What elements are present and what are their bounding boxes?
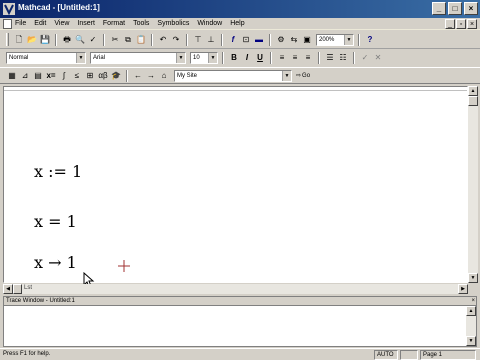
- status-bar: Press F1 for help. AUTO Page 1: [0, 348, 480, 360]
- evaluation-expression[interactable]: x = 1: [34, 212, 77, 231]
- zoom-select[interactable]: 200% ▼: [316, 33, 354, 46]
- status-page: Page 1: [420, 350, 476, 360]
- doc-restore-button[interactable]: ▫: [456, 19, 466, 29]
- hscroll-label: Lst: [24, 285, 33, 291]
- menu-tools[interactable]: Tools: [133, 19, 149, 29]
- back-icon[interactable]: ←: [132, 70, 144, 82]
- definition-expression[interactable]: x := 1: [34, 162, 82, 181]
- undo-icon[interactable]: ↶: [157, 34, 169, 46]
- hscroll-thumb[interactable]: [13, 284, 22, 294]
- hyperlink-icon[interactable]: ⇆: [288, 34, 300, 46]
- maximize-button[interactable]: □: [448, 2, 462, 15]
- superscript-icon[interactable]: ✕: [372, 52, 384, 64]
- doc-close-button[interactable]: ×: [467, 19, 477, 29]
- document-icon[interactable]: [3, 19, 12, 29]
- site-select[interactable]: My Site ▼: [174, 69, 292, 82]
- menu-bar: File Edit View Insert Format Tools Symbo…: [0, 18, 480, 30]
- minimize-button[interactable]: _: [432, 2, 446, 15]
- crosshair-cursor-icon: [118, 260, 130, 272]
- cut-icon[interactable]: ✂: [109, 34, 121, 46]
- forward-icon[interactable]: →: [145, 70, 157, 82]
- close-button[interactable]: ×: [464, 2, 478, 15]
- numbering-icon[interactable]: ☷: [337, 52, 349, 64]
- scroll-left-icon[interactable]: ◀: [3, 284, 13, 294]
- bullets-icon[interactable]: ☰: [324, 52, 336, 64]
- greek-icon[interactable]: αβ: [97, 70, 109, 82]
- italic-button[interactable]: I: [241, 52, 253, 64]
- align-down-icon[interactable]: ⊥: [205, 34, 217, 46]
- evaluation-icon[interactable]: x=: [45, 70, 57, 82]
- resources-icon[interactable]: ▣: [301, 34, 313, 46]
- copy-icon[interactable]: ⧉: [122, 34, 134, 46]
- calculate-icon[interactable]: ▬: [253, 34, 265, 46]
- align-left-icon[interactable]: ≡: [276, 52, 288, 64]
- font-size-select[interactable]: 10 ▼: [190, 52, 218, 64]
- trace-scroll-down-icon[interactable]: ▼: [466, 336, 476, 346]
- scroll-down-icon[interactable]: ▼: [468, 273, 478, 283]
- home-icon[interactable]: ⌂: [158, 70, 170, 82]
- symbolic-icon[interactable]: 🎓: [110, 70, 122, 82]
- help-icon[interactable]: ?: [364, 34, 376, 46]
- align-center-icon[interactable]: ≡: [289, 52, 301, 64]
- underline-button[interactable]: U: [254, 52, 266, 64]
- boolean-icon[interactable]: ≤: [71, 70, 83, 82]
- scroll-thumb[interactable]: [468, 96, 478, 106]
- doc-minimize-button[interactable]: _: [445, 19, 455, 29]
- menu-format[interactable]: Format: [103, 19, 125, 29]
- style-select[interactable]: Normal ▼: [6, 52, 86, 64]
- go-button[interactable]: ⇨ Go: [296, 72, 310, 80]
- open-icon[interactable]: 📂: [26, 34, 38, 46]
- print-preview-icon[interactable]: 🔍: [74, 34, 86, 46]
- menu-symbolics[interactable]: Symbolics: [157, 19, 189, 29]
- menu-edit[interactable]: Edit: [34, 19, 46, 29]
- symbolic-evaluation-expression[interactable]: x → 1: [34, 253, 77, 272]
- insert-function-icon[interactable]: f: [227, 34, 239, 46]
- formatting-toolbar: Normal ▼ Arial ▼ 10 ▼ B I U ≡ ≡ ≡ ☰ ☷ ✓ …: [0, 50, 480, 66]
- save-icon[interactable]: 💾: [39, 34, 51, 46]
- ruler: [4, 87, 467, 91]
- trace-scrollbar[interactable]: ▲ ▼: [466, 306, 476, 346]
- status-blank: [400, 350, 418, 360]
- align-right-icon[interactable]: ≡: [302, 52, 314, 64]
- go-icon: ⇨: [296, 73, 302, 79]
- matrix-icon[interactable]: ▤: [32, 70, 44, 82]
- title-bar: Mathcad - [Untitled:1] _ □ ×: [0, 0, 480, 18]
- status-message: Press F1 for help.: [3, 351, 51, 357]
- standard-toolbar: 🗋 📂 💾 🖶 🔍 ✓ ✂ ⧉ 📋 ↶ ↷ ⊤ ⊥ f ⊡ ▬ ⚙ ⇆ ▣ 20…: [0, 31, 480, 49]
- calculator-icon[interactable]: ▦: [6, 70, 18, 82]
- paste-icon[interactable]: 📋: [135, 34, 147, 46]
- print-icon[interactable]: 🖶: [61, 34, 73, 46]
- new-icon[interactable]: 🗋: [13, 34, 25, 46]
- vertical-scrollbar[interactable]: ▲ ▼: [468, 86, 478, 283]
- scroll-right-icon[interactable]: ▶: [458, 284, 468, 294]
- menu-help[interactable]: Help: [230, 19, 244, 29]
- math-toolbar: ▦ ⊿ ▤ x= ∫ ≤ ⊞ αβ 🎓 ← → ⌂ My Site ▼ ⇨ Go: [0, 67, 480, 84]
- insert-unit-icon[interactable]: ⊡: [240, 34, 252, 46]
- trace-window-titlebar: Trace Window - Untitled:1 ×: [4, 297, 476, 306]
- bold-button[interactable]: B: [228, 52, 240, 64]
- subscript-icon[interactable]: ✓: [359, 52, 371, 64]
- redo-icon[interactable]: ↷: [170, 34, 182, 46]
- calculus-icon[interactable]: ∫: [58, 70, 70, 82]
- spell-check-icon[interactable]: ✓: [87, 34, 99, 46]
- menu-view[interactable]: View: [54, 19, 69, 29]
- menu-file[interactable]: File: [15, 19, 26, 29]
- programming-icon[interactable]: ⊞: [84, 70, 96, 82]
- scroll-up-icon[interactable]: ▲: [468, 86, 478, 96]
- horizontal-scrollbar[interactable]: ◀ Lst ▶: [3, 284, 468, 294]
- window-title: Mathcad - [Untitled:1]: [18, 3, 100, 12]
- trace-window[interactable]: Trace Window - Untitled:1 × ▲ ▼: [3, 296, 477, 347]
- menu-window[interactable]: Window: [197, 19, 222, 29]
- trace-close-icon[interactable]: ×: [471, 297, 475, 306]
- menu-insert[interactable]: Insert: [77, 19, 95, 29]
- graph-icon[interactable]: ⊿: [19, 70, 31, 82]
- status-mode: AUTO: [374, 350, 398, 360]
- align-top-icon[interactable]: ⊤: [192, 34, 204, 46]
- mathcad-icon: [3, 3, 15, 15]
- font-select[interactable]: Arial ▼: [90, 52, 186, 64]
- trace-scroll-up-icon[interactable]: ▲: [466, 306, 476, 316]
- component-icon[interactable]: ⚙: [275, 34, 287, 46]
